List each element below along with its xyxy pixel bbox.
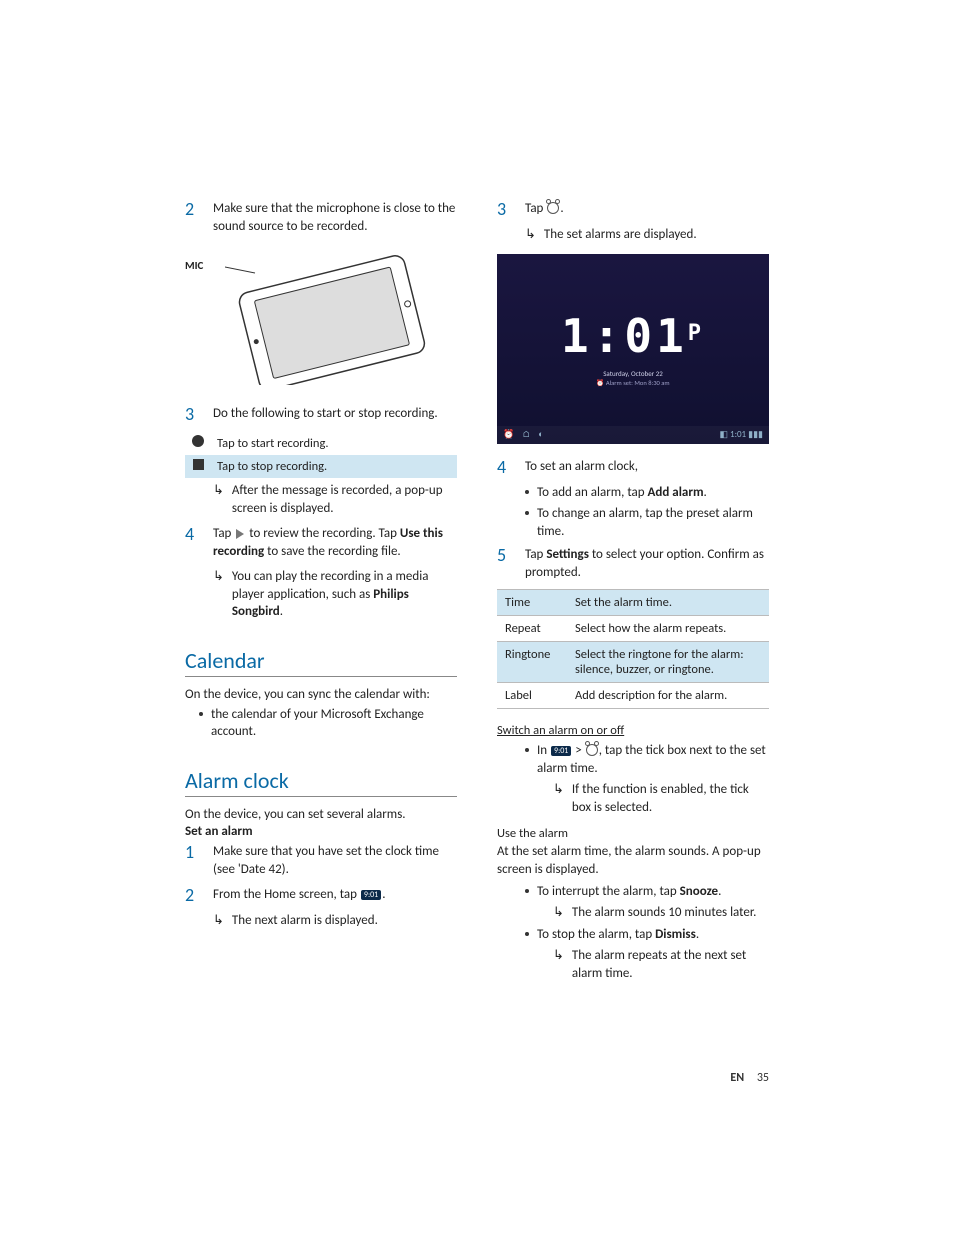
step-number: 4	[497, 458, 511, 476]
step-number: 2	[185, 886, 199, 904]
bullet-icon	[525, 748, 529, 752]
step-number: 2	[185, 200, 199, 235]
page-footer: EN 35	[730, 1071, 769, 1085]
clock-bar-right: ◧ 1:01 ▮▮▮	[719, 429, 763, 440]
step-2: 2 Make sure that the microphone is close…	[185, 200, 457, 235]
left-column: 2 Make sure that the microphone is close…	[185, 200, 457, 982]
sub-text: After the message is recorded, a pop-up …	[232, 482, 457, 517]
alarm-heading: Alarm clock	[185, 767, 457, 797]
alarm-intro: On the device, you can set several alarm…	[185, 807, 457, 822]
result-arrow-icon: ↳	[553, 904, 564, 922]
table-row: Ringtone Select the ringtone for the ala…	[497, 642, 769, 683]
calendar-heading: Calendar	[185, 647, 457, 677]
step-3-right: 3 Tap .	[497, 200, 769, 218]
alarm-step-2: 2 From the Home screen, tap 9:01.	[185, 886, 457, 904]
options-table: Time Set the alarm time. Repeat Select h…	[497, 589, 769, 709]
use-alarm-subhead: Use the alarm	[497, 826, 769, 841]
clock-bar-icons: ⏰ ⌂ ◐	[503, 429, 552, 440]
step-text: Tap .	[525, 200, 769, 218]
step-text: Do the following to start or stop record…	[213, 405, 457, 423]
stop-icon	[193, 459, 204, 470]
alarm-step-1: 1 Make sure that you have set the clock …	[185, 843, 457, 878]
bullet-item: To add an alarm, tap Add alarm.	[525, 484, 769, 502]
mic-label: MIC	[185, 259, 203, 272]
sub-result: ↳ The next alarm is displayed.	[213, 912, 457, 930]
sub-result: ↳ The set alarms are displayed.	[525, 226, 769, 244]
result-arrow-icon: ↳	[213, 482, 224, 517]
result-arrow-icon: ↳	[213, 912, 224, 930]
footer-lang: EN	[730, 1071, 744, 1085]
alarm-icon	[586, 744, 598, 756]
tablet-icon	[225, 245, 435, 385]
sub-result: ↳ The alarm sounds 10 minutes later.	[553, 904, 769, 922]
bullet-icon	[525, 511, 529, 515]
result-arrow-icon: ↳	[525, 226, 536, 244]
switch-alarm-subhead: Switch an alarm on or off	[497, 723, 769, 738]
clock-time: 1:01P	[497, 309, 769, 363]
bullet-item: To interrupt the alarm, tap Snooze.	[525, 883, 769, 901]
use-alarm-intro: At the set alarm time, the alarm sounds.…	[497, 843, 769, 878]
calendar-intro: On the device, you can sync the calendar…	[185, 687, 457, 702]
clock-app-icon: 9:01	[361, 890, 381, 900]
play-icon	[236, 529, 244, 539]
clock-alarm-text: ⏰ Alarm set: Mon 8:30 am	[497, 379, 769, 387]
cell-text: Tap to stop recording.	[211, 455, 457, 478]
clock-bottom-bar: ⏰ ⌂ ◐ ◧ 1:01 ▮▮▮	[497, 426, 769, 444]
result-arrow-icon: ↳	[553, 781, 564, 816]
record-icon	[192, 435, 204, 447]
page-content: 2 Make sure that the microphone is close…	[0, 0, 954, 982]
step-4: 4 Tap to review the recording. Tap Use t…	[185, 525, 457, 560]
step-number: 4	[185, 525, 199, 560]
right-column: 3 Tap . ↳ The set alarms are displayed. …	[497, 200, 769, 982]
step-number: 3	[185, 405, 199, 423]
bullet-icon	[525, 932, 529, 936]
step-3: 3 Do the following to start or stop reco…	[185, 405, 457, 423]
table-row: Repeat Select how the alarm repeats.	[497, 616, 769, 642]
step-text: Make sure that you have set the clock ti…	[213, 843, 457, 878]
sub-text: You can play the recording in a media pl…	[232, 568, 457, 621]
bullet-item: To change an alarm, tap the preset alarm…	[525, 505, 769, 540]
result-arrow-icon: ↳	[213, 568, 224, 621]
step-number: 1	[185, 843, 199, 878]
step-text: From the Home screen, tap 9:01.	[213, 886, 457, 904]
tablet-illustration: MIC	[185, 245, 457, 385]
footer-page: 35	[757, 1071, 769, 1085]
recording-table: Tap to start recording. Tap to stop reco…	[185, 431, 457, 478]
result-arrow-icon: ↳	[553, 947, 564, 982]
step-4-right: 4 To set an alarm clock,	[497, 458, 769, 476]
bullet-icon	[199, 712, 203, 716]
table-row: Label Add description for the alarm.	[497, 683, 769, 709]
clock-screenshot: 1:01P Saturday, October 22 ⏰ Alarm set: …	[497, 254, 769, 444]
step-text: Tap to review the recording. Tap Use thi…	[213, 525, 457, 560]
step-text: To set an alarm clock,	[525, 458, 769, 476]
sub-result: ↳ After the message is recorded, a pop-u…	[213, 482, 457, 517]
step-text: Make sure that the microphone is close t…	[213, 200, 457, 235]
step-number: 3	[497, 200, 511, 218]
step-number: 5	[497, 546, 511, 581]
alarm-icon	[547, 202, 559, 214]
bullet-icon	[525, 889, 529, 893]
set-alarm-subhead: Set an alarm	[185, 824, 457, 839]
dim-tab-icon: ◐	[538, 429, 543, 440]
home-tab-icon: ⌂	[522, 429, 530, 440]
sub-result: ↳ The alarm repeats at the next set alar…	[553, 947, 769, 982]
table-row: Time Set the alarm time.	[497, 590, 769, 616]
sub-result: ↳ If the function is enabled, the tick b…	[553, 781, 769, 816]
table-row: Tap to stop recording.	[185, 455, 457, 478]
bullet-item: To stop the alarm, tap Dismiss.	[525, 926, 769, 944]
cell-text: Tap to start recording.	[211, 431, 457, 455]
bullet-icon	[525, 490, 529, 494]
sub-result: ↳ You can play the recording in a media …	[213, 568, 457, 621]
clock-app-icon: 9:01	[551, 746, 571, 756]
table-row: Tap to start recording.	[185, 431, 457, 455]
step-text: Tap Settings to select your option. Conf…	[525, 546, 769, 581]
clock-date: Saturday, October 22	[497, 369, 769, 378]
step-5-right: 5 Tap Settings to select your option. Co…	[497, 546, 769, 581]
bullet-item: the calendar of your Microsoft Exchange …	[199, 706, 457, 741]
alarm-tab-icon: ⏰	[503, 429, 514, 440]
bullet-item: In 9:01 > , tap the tick box next to the…	[525, 742, 769, 777]
